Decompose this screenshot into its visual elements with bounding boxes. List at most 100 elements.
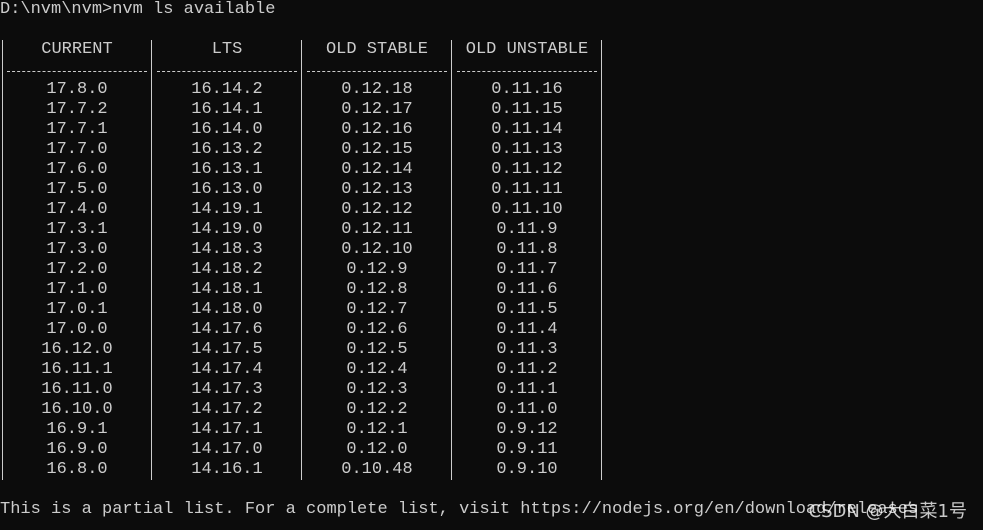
watermark: CSDN @大白菜1号 xyxy=(808,501,968,522)
version-cell: 16.14.1 xyxy=(191,100,263,119)
version-cell: 0.12.12 xyxy=(341,200,413,219)
version-cell: 0.11.16 xyxy=(491,80,563,99)
version-cell: 14.19.1 xyxy=(191,200,263,219)
version-cell: 16.14.2 xyxy=(191,80,263,99)
version-cell: 17.5.0 xyxy=(46,180,108,199)
version-cell: 0.12.3 xyxy=(346,380,408,399)
version-cell: 0.12.10 xyxy=(341,240,413,259)
version-cell: 16.9.1 xyxy=(46,420,108,439)
command-line: D:\nvm\nvm>nvm ls available xyxy=(0,0,276,19)
column-header: OLD STABLE xyxy=(325,40,429,59)
version-cell: 0.12.0 xyxy=(346,440,408,459)
version-cell: 16.11.1 xyxy=(41,360,113,379)
terminal-window[interactable]: D:\nvm\nvm>nvm ls available CURRENT 17.8… xyxy=(0,0,983,530)
version-cell: 0.12.15 xyxy=(341,140,413,159)
version-cell: 0.12.16 xyxy=(341,120,413,139)
version-cell: 14.17.4 xyxy=(191,360,263,379)
version-cell: 0.11.8 xyxy=(496,240,558,259)
version-cell: 16.11.0 xyxy=(41,380,113,399)
version-cell: 0.11.4 xyxy=(496,320,558,339)
column-header: CURRENT xyxy=(41,40,113,59)
version-cell: 0.11.9 xyxy=(496,220,558,239)
version-cell: 0.12.14 xyxy=(341,160,413,179)
version-cell: 0.12.18 xyxy=(341,80,413,99)
version-cell: 16.14.0 xyxy=(191,120,263,139)
version-cell: 14.16.1 xyxy=(191,460,263,479)
version-cell: 0.11.15 xyxy=(491,100,563,119)
table-border-right xyxy=(601,40,602,480)
version-cell: 0.11.5 xyxy=(496,300,558,319)
version-cell: 0.12.6 xyxy=(346,320,408,339)
version-cell: 14.17.1 xyxy=(191,420,263,439)
version-cell: 0.12.2 xyxy=(346,400,408,419)
version-cell: 0.12.9 xyxy=(346,260,408,279)
version-cell: 17.7.1 xyxy=(46,120,108,139)
version-cell: 0.9.10 xyxy=(496,460,558,479)
version-cell: 14.17.5 xyxy=(191,340,263,359)
version-cell: 0.11.3 xyxy=(496,340,558,359)
header-divider xyxy=(307,60,447,80)
version-cell: 0.9.12 xyxy=(496,420,558,439)
version-cell: 16.8.0 xyxy=(46,460,108,479)
version-cell: 14.17.3 xyxy=(191,380,263,399)
version-cell: 17.6.0 xyxy=(46,160,108,179)
version-cell: 16.10.0 xyxy=(41,400,113,419)
version-cell: 14.18.2 xyxy=(191,260,263,279)
table-separator xyxy=(451,40,452,480)
version-cell: 16.9.0 xyxy=(46,440,108,459)
version-cell: 0.12.11 xyxy=(341,220,413,239)
version-cell: 17.7.2 xyxy=(46,100,108,119)
version-cell: 0.11.14 xyxy=(491,120,563,139)
version-cell: 0.11.2 xyxy=(496,360,558,379)
version-cell: 0.11.13 xyxy=(491,140,563,159)
table-separator xyxy=(151,40,152,480)
version-cell: 14.17.0 xyxy=(191,440,263,459)
version-cell: 0.12.13 xyxy=(341,180,413,199)
version-cell: 17.0.0 xyxy=(46,320,108,339)
table-border-left xyxy=(2,40,3,480)
version-cell: 17.7.0 xyxy=(46,140,108,159)
table-separator xyxy=(301,40,302,480)
version-cell: 14.18.1 xyxy=(191,280,263,299)
version-cell: 17.1.0 xyxy=(46,280,108,299)
version-cell: 0.11.1 xyxy=(496,380,558,399)
version-cell: 0.12.7 xyxy=(346,300,408,319)
version-cell: 17.8.0 xyxy=(46,80,108,99)
column-current: CURRENT 17.8.0 17.7.2 17.7.1 17.7.0 17.6.0 17… xyxy=(7,40,147,480)
column-lts: LTS 16.14.2 16.14.1 16.14.0 16.13.2 16.13.1 1… xyxy=(157,40,297,480)
version-cell: 16.13.1 xyxy=(191,160,263,179)
version-cell: 0.12.8 xyxy=(346,280,408,299)
version-cell: 16.13.2 xyxy=(191,140,263,159)
version-cell: 14.17.2 xyxy=(191,400,263,419)
column-header: OLD UNSTABLE xyxy=(465,40,589,59)
header-divider xyxy=(7,60,147,80)
version-cell: 0.11.6 xyxy=(496,280,558,299)
footer-message: This is a partial list. For a complete l… xyxy=(0,500,919,519)
version-cell: 0.11.12 xyxy=(491,160,563,179)
version-cell: 0.11.0 xyxy=(496,400,558,419)
version-cell: 0.10.48 xyxy=(341,460,413,479)
version-cell: 14.18.3 xyxy=(191,240,263,259)
version-cell: 0.12.17 xyxy=(341,100,413,119)
version-cell: 17.3.0 xyxy=(46,240,108,259)
column-old-unstable: OLD UNSTABLE 0.11.16 0.11.15 0.11.14 0.11.1… xyxy=(457,40,597,480)
version-cell: 17.3.1 xyxy=(46,220,108,239)
version-cell: 0.12.1 xyxy=(346,420,408,439)
version-cell: 14.18.0 xyxy=(191,300,263,319)
column-header: LTS xyxy=(211,40,243,59)
version-cell: 17.4.0 xyxy=(46,200,108,219)
version-cell: 17.2.0 xyxy=(46,260,108,279)
version-cell: 0.12.4 xyxy=(346,360,408,379)
version-cell: 17.0.1 xyxy=(46,300,108,319)
version-cell: 0.11.10 xyxy=(491,200,563,219)
header-divider xyxy=(457,60,597,80)
version-cell: 0.9.11 xyxy=(496,440,558,459)
version-cell: 14.17.6 xyxy=(191,320,263,339)
version-cell: 16.13.0 xyxy=(191,180,263,199)
version-cell: 0.11.11 xyxy=(491,180,563,199)
version-cell: 0.12.5 xyxy=(346,340,408,359)
column-old-stable: OLD STABLE 0.12.18 0.12.17 0.12.16 0.12.15 0… xyxy=(307,40,447,480)
version-cell: 16.12.0 xyxy=(41,340,113,359)
version-cell: 0.11.7 xyxy=(496,260,558,279)
header-divider xyxy=(157,60,297,80)
